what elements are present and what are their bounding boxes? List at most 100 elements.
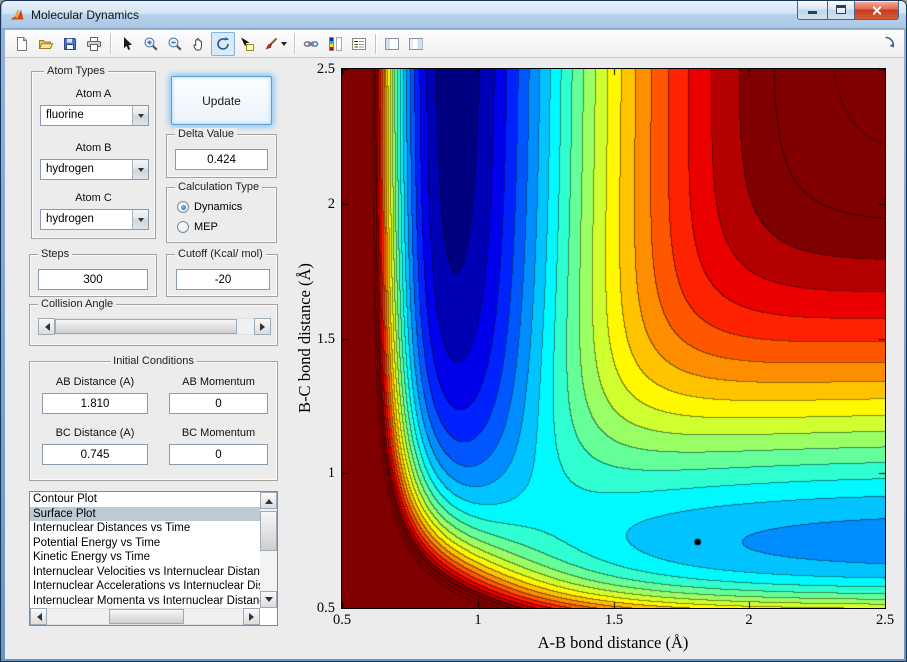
steps-field[interactable]: 300 [38, 269, 148, 290]
list-item-contour-plot[interactable]: Contour Plot [30, 492, 260, 507]
close-icon [871, 5, 882, 16]
scroll-right-button[interactable] [243, 608, 260, 625]
atom-b-dropdown[interactable]: hydrogen [40, 159, 149, 180]
mep-radio[interactable] [177, 221, 189, 233]
plot-type-listbox: Contour Plot Surface Plot Internuclear D… [29, 491, 278, 626]
insert-colorbar-button[interactable] [323, 32, 347, 56]
y-axis-label: B-C bond distance (Å) [295, 263, 314, 413]
cutoff-field[interactable]: -20 [176, 269, 270, 290]
zoom-in-icon [144, 37, 158, 51]
radio-dot-icon [180, 204, 186, 210]
mep-radio-label: MEP [194, 221, 218, 233]
arrow-right-icon [259, 322, 269, 331]
toolbar-separator [110, 33, 111, 54]
title-bar[interactable]: Molecular Dynamics [2, 1, 906, 29]
zoom-in-button[interactable] [139, 32, 163, 56]
show-plot-tools-button[interactable] [404, 32, 428, 56]
colorbar-icon [329, 36, 342, 51]
bc-momentum-field[interactable]: 0 [169, 444, 268, 465]
horizontal-scroll-thumb[interactable] [109, 609, 184, 624]
y-tick-label: 0.5 [316, 600, 335, 616]
pes-contour-canvas[interactable] [342, 69, 885, 608]
ab-momentum-field[interactable]: 0 [169, 393, 268, 414]
slider-right-arrow-button[interactable] [254, 318, 271, 335]
edit-plot-button[interactable] [115, 32, 139, 56]
bc-distance-field[interactable]: 0.745 [42, 444, 148, 465]
slider-left-arrow-button[interactable] [38, 318, 55, 335]
atom-c-dropdown-button[interactable] [132, 210, 148, 229]
vertical-scroll-track[interactable] [260, 509, 277, 591]
list-item-internuclear-accelerations[interactable]: Internuclear Accelerations vs Internucle… [30, 579, 260, 594]
dynamics-radio[interactable] [177, 201, 189, 213]
pan-button[interactable] [187, 32, 211, 56]
save-figure-button[interactable] [58, 32, 82, 56]
ab-distance-field[interactable]: 1.810 [42, 393, 148, 414]
data-cursor-icon [241, 37, 254, 51]
calculation-type-panel-title: Calculation Type [175, 181, 263, 193]
listbox-vertical-scrollbar[interactable] [260, 492, 277, 608]
list-item-internuclear-momenta[interactable]: Internuclear Momenta vs Internuclear Dis… [30, 594, 260, 609]
window-title: Molecular Dynamics [31, 7, 140, 22]
data-cursor-button[interactable] [235, 32, 259, 56]
app-window: Molecular Dynamics Atom Types Atom A flu… [0, 0, 907, 662]
hide-plot-tools-button[interactable] [380, 32, 404, 56]
zoom-out-icon [168, 37, 182, 51]
delta-value-field[interactable]: 0.424 [175, 149, 268, 170]
atom-c-value: hydrogen [46, 213, 94, 225]
show-plot-tools-icon [409, 37, 423, 50]
list-item-kinetic-energy[interactable]: Kinetic Energy vs Time [30, 550, 260, 565]
maximize-button[interactable] [827, 1, 855, 20]
scroll-up-button[interactable] [260, 492, 277, 509]
list-item-surface-plot[interactable]: Surface Plot [30, 506, 260, 521]
atom-types-panel-title: Atom Types [44, 65, 108, 77]
listbox-horizontal-scrollbar[interactable] [30, 608, 260, 625]
slider-thumb[interactable] [55, 319, 237, 334]
slider-track[interactable] [55, 318, 254, 335]
bc-momentum-label: BC Momentum [181, 427, 256, 439]
dock-figure-icon[interactable] [883, 35, 897, 49]
scroll-left-button[interactable] [30, 608, 47, 625]
arrow-down-icon [264, 596, 273, 606]
horizontal-scroll-track[interactable] [47, 608, 243, 625]
list-item-internuclear-distances[interactable]: Internuclear Distances vs Time [30, 521, 260, 536]
atom-c-label: Atom C [75, 192, 112, 204]
brush-dropdown-caret-icon[interactable] [280, 42, 287, 49]
list-item-internuclear-velocities[interactable]: Internuclear Velocities vs Internuclear … [30, 565, 260, 580]
cutoff-panel-title: Cutoff (Kcal/ mol) [175, 248, 266, 260]
minimize-button[interactable] [797, 1, 827, 20]
axes-box [341, 68, 886, 609]
list-item-potential-energy[interactable]: Potential Energy vs Time [30, 536, 260, 551]
zoom-out-button[interactable] [163, 32, 187, 56]
figure-toolbar [5, 30, 904, 58]
delta-value-panel: Delta Value 0.424 [166, 128, 277, 178]
open-file-button[interactable] [34, 32, 58, 56]
collision-angle-slider[interactable] [38, 318, 271, 335]
atom-c-dropdown[interactable]: hydrogen [40, 209, 149, 230]
mep-radio-row: MEP [177, 221, 218, 233]
update-button[interactable]: Update [171, 76, 272, 125]
atom-b-dropdown-button[interactable] [132, 160, 148, 179]
new-figure-button[interactable] [10, 32, 34, 56]
hide-plot-tools-icon [385, 37, 399, 50]
chevron-down-icon [137, 218, 144, 225]
initial-conditions-panel-title: Initial Conditions [110, 355, 197, 367]
bc-distance-label: BC Distance (A) [55, 427, 135, 439]
insert-legend-button[interactable] [347, 32, 371, 56]
atom-a-dropdown-button[interactable] [132, 106, 148, 125]
toolbar-separator [375, 33, 376, 54]
steps-panel: Steps 300 [29, 248, 157, 297]
x-tick-label: 1 [474, 612, 482, 628]
dynamics-radio-row: Dynamics [177, 201, 242, 213]
print-figure-button[interactable] [82, 32, 106, 56]
link-plot-button[interactable] [299, 32, 323, 56]
y-tick-label: 2 [327, 196, 335, 212]
x-tick-label: 2.5 [875, 612, 895, 628]
brush-data-button[interactable] [259, 32, 290, 56]
vertical-scroll-thumb[interactable] [260, 511, 277, 551]
delta-value-panel-title: Delta Value [175, 128, 238, 140]
scroll-down-button[interactable] [260, 591, 277, 608]
calculation-type-panel: Calculation Type Dynamics MEP [166, 181, 277, 243]
atom-a-dropdown[interactable]: fluorine [40, 105, 149, 126]
close-button[interactable] [855, 1, 899, 20]
rotate-3d-button[interactable] [211, 31, 235, 56]
